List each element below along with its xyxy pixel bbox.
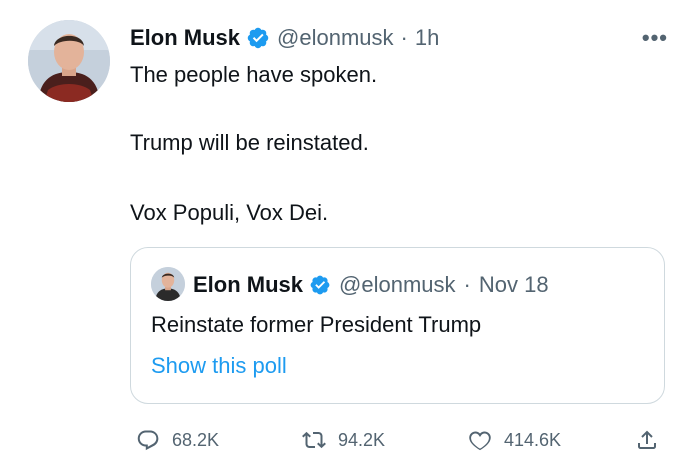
quoted-author-handle: @elonmusk <box>339 272 456 297</box>
share-icon <box>638 430 656 449</box>
author-avatar[interactable] <box>28 20 110 102</box>
quoted-author-avatar <box>151 267 185 301</box>
verified-badge-icon <box>247 27 269 49</box>
show-poll-link[interactable]: Show this poll <box>151 353 287 379</box>
quoted-tweet-text: Reinstate former President Trump <box>151 312 482 337</box>
quoted-tweet-date: Nov 18 <box>478 272 549 297</box>
person-avatar-icon <box>151 267 185 301</box>
person-avatar-icon <box>28 20 110 102</box>
date-separator: · <box>463 272 471 297</box>
tweet-line: Trump will be reinstated. <box>130 130 369 155</box>
reply-count: 68.2K <box>172 429 220 450</box>
tweet-line: The people have spoken. <box>130 62 378 87</box>
quoted-tweet-header: Elon Musk @elonmusk · Nov 18 <box>193 270 549 300</box>
retweet-icon <box>302 431 326 449</box>
tweet-header: Elon Musk @elonmusk · 1h <box>130 22 439 54</box>
quoted-author-name: Elon Musk <box>193 272 304 297</box>
like-button[interactable]: 414.6K <box>468 424 561 456</box>
tweet-line: Vox Populi, Vox Dei. <box>130 200 329 225</box>
reply-button[interactable]: 68.2K <box>136 424 219 456</box>
retweet-button[interactable]: 94.2K <box>302 424 385 456</box>
author-handle[interactable]: @elonmusk <box>277 25 394 51</box>
retweet-count: 94.2K <box>338 429 386 450</box>
author-name[interactable]: Elon Musk <box>130 25 240 51</box>
more-options-icon[interactable]: ••• <box>642 25 668 51</box>
tweet-time[interactable]: 1h <box>415 25 439 51</box>
like-count: 414.6K <box>504 429 562 450</box>
heart-icon <box>469 431 491 451</box>
tweet-actions: 68.2K 94.2K 414.6K <box>130 424 665 456</box>
quoted-tweet[interactable]: Elon Musk @elonmusk · Nov 18 Reinstate f… <box>130 247 665 404</box>
share-button[interactable] <box>635 424 659 456</box>
time-separator: · <box>400 25 408 50</box>
verified-badge-icon <box>310 275 330 295</box>
reply-icon <box>137 430 159 451</box>
